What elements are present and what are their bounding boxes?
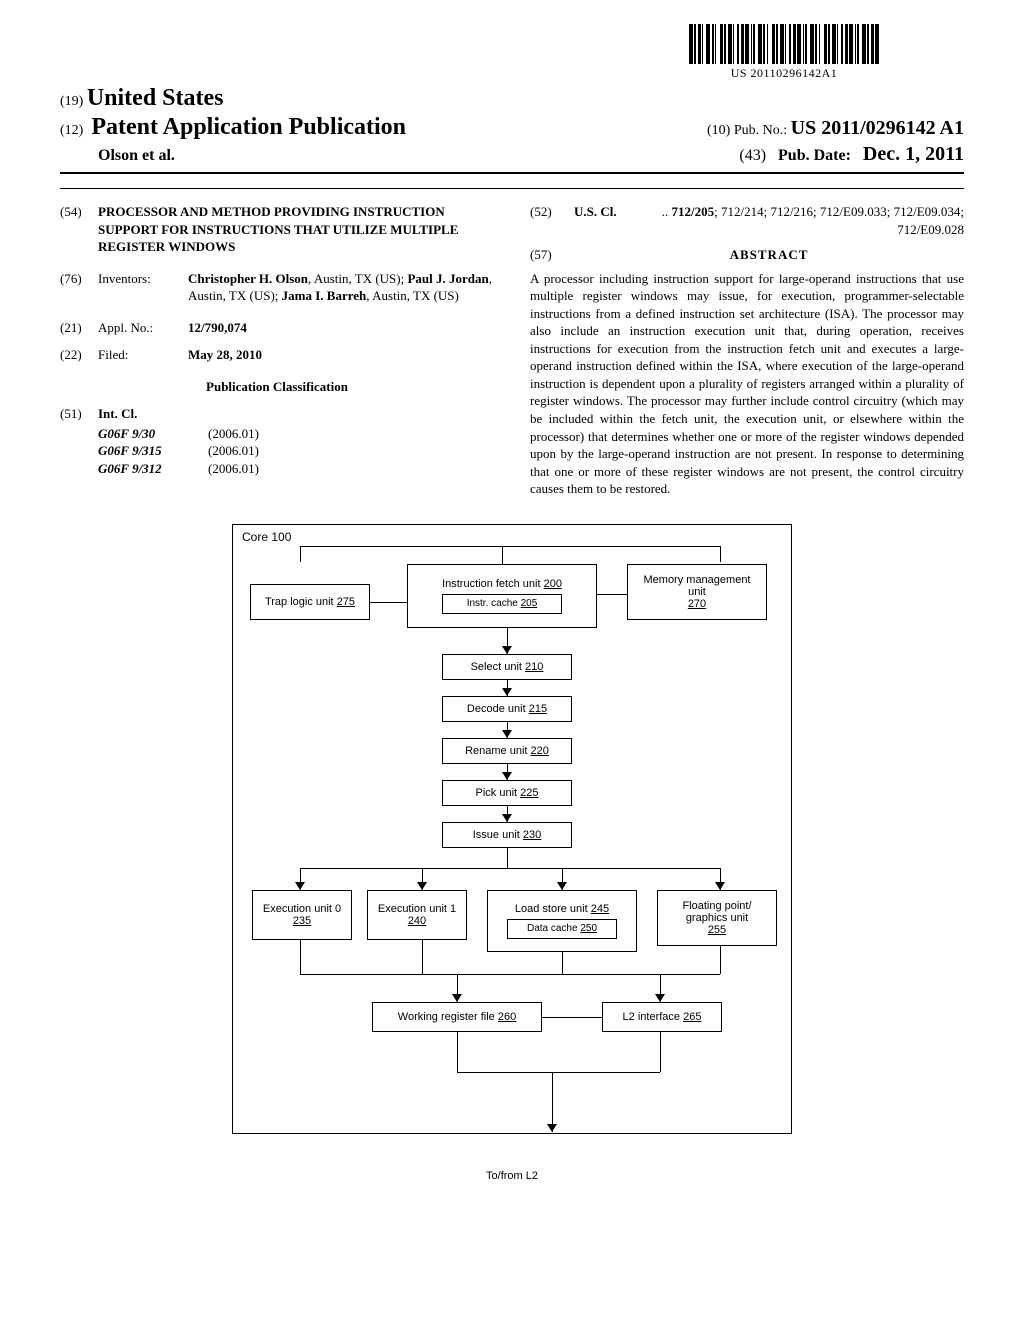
instr-cache: Instr. cache 205 (442, 594, 562, 614)
inventors-value: Christopher H. Olson, Austin, TX (US); P… (188, 271, 492, 304)
barcode-block: US 20110296142A1 (604, 24, 964, 81)
execution-unit-1: Execution unit 1240 (367, 890, 467, 940)
intcl-item-ver: (2006.01) (208, 460, 259, 478)
authority-name: United States (87, 85, 224, 111)
pub-class-heading: Publication Classification (60, 378, 494, 396)
top-row: US 20110296142A1 (60, 24, 964, 81)
core-label: Core 100 (242, 530, 291, 544)
left-column: (54) PROCESSOR AND METHOD PROVIDING INST… (60, 203, 494, 498)
working-register-file: Working register file 260 (372, 1002, 542, 1032)
appl-code: (21) (60, 319, 98, 337)
filed-value: May 28, 2010 (188, 346, 494, 364)
intcl-item-code: G06F 9/315 (98, 442, 208, 460)
invention-title: PROCESSOR AND METHOD PROVIDING INSTRUCTI… (98, 203, 494, 256)
abstract-text: A processor including instruction suppor… (530, 270, 964, 498)
floating-point-graphics-unit: Floating point/ graphics unit255 (657, 890, 777, 946)
uscl-value: .. 712/205; 712/214; 712/216; 712/E09.03… (623, 203, 964, 238)
intcl-item-ver: (2006.01) (208, 425, 259, 443)
intcl-label: Int. Cl. (98, 405, 137, 423)
divider-thin (60, 188, 964, 189)
pub-no-label: Pub. No.: (734, 123, 787, 138)
barcode-icon (604, 24, 964, 64)
pick-unit: Pick unit 225 (442, 780, 572, 806)
pub-type-code: (12) (60, 123, 83, 139)
memory-management-unit: Memory management unit 270 (627, 564, 767, 620)
data-cache: Data cache 250 (507, 919, 617, 939)
pub-no-code: (10) (707, 123, 730, 138)
pub-type: Patent Application Publication (91, 114, 406, 141)
intcl-item-code: G06F 9/30 (98, 425, 208, 443)
pub-date-label: Pub. Date: (778, 147, 851, 165)
inventors-label: Inventors: (98, 270, 188, 305)
appl-value: 12/790,074 (188, 319, 494, 337)
decode-unit: Decode unit 215 (442, 696, 572, 722)
abstract-heading: ABSTRACT (574, 246, 964, 264)
intcl-list: G06F 9/30(2006.01) G06F 9/315(2006.01) G… (60, 425, 494, 478)
trap-logic-unit: Trap logic unit 275 (250, 584, 370, 620)
pub-date-value: Dec. 1, 2011 (863, 143, 964, 166)
pub-date-code: (43) (739, 147, 766, 165)
figure-wrap: Core 100 Trap logic unit 275 Instruction… (60, 524, 964, 1164)
patent-page: US 20110296142A1 (19) United States (12)… (0, 0, 1024, 1204)
intcl-item-code: G06F 9/312 (98, 460, 208, 478)
filed-label: Filed: (98, 346, 188, 364)
execution-unit-0: Execution unit 0235 (252, 890, 352, 940)
authors-name: Olson et al. (60, 147, 175, 165)
rename-unit: Rename unit 220 (442, 738, 572, 764)
abstract-code: (57) (530, 246, 568, 270)
l2-interface: L2 interface 265 (602, 1002, 722, 1032)
divider (60, 172, 964, 174)
appl-label: Appl. No.: (98, 319, 188, 337)
uscl-label: U.S. Cl. (574, 203, 617, 238)
core-diagram: Core 100 Trap logic unit 275 Instruction… (232, 524, 792, 1164)
inventors-code: (76) (60, 270, 98, 305)
header-block: (19) United States (12) Patent Applicati… (60, 85, 964, 166)
intcl-code: (51) (60, 405, 98, 423)
intcl-item-ver: (2006.01) (208, 442, 259, 460)
filed-code: (22) (60, 346, 98, 364)
tofrom-l2-label: To/from L2 (232, 1170, 792, 1182)
authority-code: (19) (60, 94, 83, 109)
pub-no-value: US 2011/0296142 A1 (791, 117, 964, 139)
instruction-fetch-unit: Instruction fetch unit 200 Instr. cache … (407, 564, 597, 628)
barcode-text: US 20110296142A1 (604, 66, 964, 81)
select-unit: Select unit 210 (442, 654, 572, 680)
biblio-columns: (54) PROCESSOR AND METHOD PROVIDING INST… (60, 203, 964, 498)
title-code: (54) (60, 203, 98, 256)
issue-unit: Issue unit 230 (442, 822, 572, 848)
uscl-code: (52) (530, 203, 568, 238)
right-column: (52) U.S. Cl. .. 712/205; 712/214; 712/2… (530, 203, 964, 498)
load-store-unit: Load store unit 245 Data cache 250 (487, 890, 637, 952)
